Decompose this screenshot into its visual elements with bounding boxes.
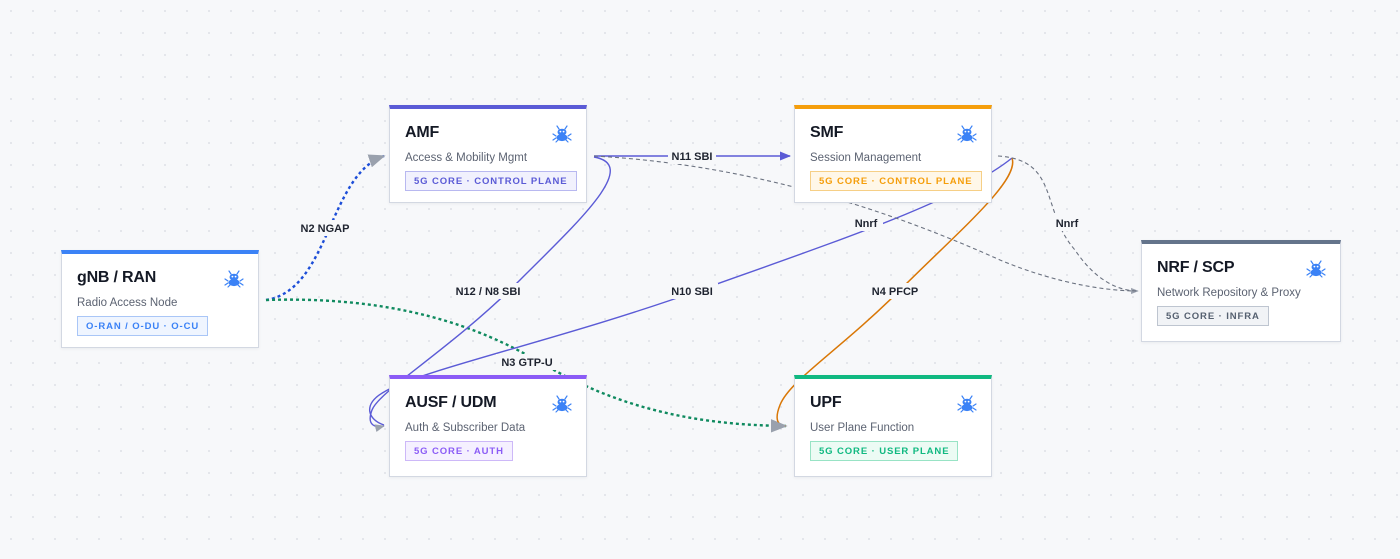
- node-amf[interactable]: AMF Access & Mobility Mgmt 5G CORE · CON…: [389, 105, 587, 203]
- edge-label-n4: N4 PFCP: [866, 283, 924, 299]
- svg-text:N2 NGAP: N2 NGAP: [301, 223, 350, 235]
- node-subtitle: Access & Mobility Mgmt: [405, 152, 528, 164]
- node-title: gNB / RAN: [77, 269, 157, 286]
- node-gnb-ran[interactable]: gNB / RAN Radio Access Node O-RAN / O-DU…: [61, 250, 259, 348]
- edge-label-n11: N11 SBI: [668, 148, 716, 164]
- edge-label-n12-n8: N12 / N8 SBI: [452, 283, 524, 299]
- svg-text:Nnrf: Nnrf: [855, 218, 878, 230]
- svg-text:N12 / N8 SBI: N12 / N8 SBI: [456, 286, 521, 298]
- svg-text:N10 SBI: N10 SBI: [671, 286, 713, 298]
- node-subtitle: User Plane Function: [810, 422, 915, 434]
- node-tag: 5G CORE · CONTROL PLANE: [405, 171, 577, 191]
- ant-robot-icon: [1306, 260, 1326, 278]
- node-title: SMF: [810, 124, 844, 141]
- node-title: UPF: [810, 394, 842, 411]
- node-title: NRF / SCP: [1157, 259, 1235, 276]
- diagram-canvas: N2 NGAP N11 SBI N12 / N8 SBI N10 SBI N3 …: [0, 0, 1400, 559]
- node-subtitle: Session Management: [810, 152, 922, 164]
- node-tag: 5G CORE · INFRA: [1157, 306, 1269, 326]
- node-nrf-scp[interactable]: NRF / SCP Network Repository & Proxy 5G …: [1141, 240, 1341, 342]
- svg-text:Nnrf: Nnrf: [1056, 218, 1079, 230]
- node-title: AUSF / UDM: [405, 394, 497, 411]
- node-tag: 5G CORE · CONTROL PLANE: [810, 171, 982, 191]
- edge-label-nnrf-amf: Nnrf: [849, 215, 883, 231]
- svg-text:N11 SBI: N11 SBI: [672, 151, 713, 163]
- edge-label-n2: N2 NGAP: [296, 220, 354, 236]
- edge-n2-ngap[interactable]: [265, 154, 386, 302]
- node-subtitle: Auth & Subscriber Data: [405, 422, 526, 434]
- ant-robot-icon: [552, 125, 572, 143]
- ant-robot-icon: [957, 125, 977, 143]
- edge-label-nnrf-smf: Nnrf: [1050, 215, 1084, 231]
- node-tag: 5G CORE · AUTH: [405, 441, 513, 461]
- ant-robot-icon: [957, 395, 977, 413]
- svg-text:N3 GTP-U: N3 GTP-U: [501, 357, 552, 369]
- node-upf[interactable]: UPF User Plane Function 5G CORE · USER P…: [794, 375, 992, 477]
- node-tag: O-RAN / O-DU · O-CU: [77, 316, 209, 336]
- node-subtitle: Network Repository & Proxy: [1157, 287, 1301, 299]
- edge-label-n10: N10 SBI: [666, 283, 718, 299]
- edge-label-n3: N3 GTP-U: [496, 354, 558, 370]
- node-ausf-udm[interactable]: AUSF / UDM Auth & Subscriber Data 5G COR…: [389, 375, 587, 477]
- svg-text:N4 PFCP: N4 PFCP: [872, 286, 918, 298]
- node-title: AMF: [405, 124, 440, 141]
- node-subtitle: Radio Access Node: [77, 297, 178, 309]
- edge-nnrf-smf[interactable]: [997, 155, 1139, 292]
- ant-robot-icon: [224, 270, 244, 288]
- node-tag: 5G CORE · USER PLANE: [810, 441, 959, 461]
- node-smf[interactable]: SMF Session Management 5G CORE · CONTROL…: [794, 105, 992, 203]
- ant-robot-icon: [552, 395, 572, 413]
